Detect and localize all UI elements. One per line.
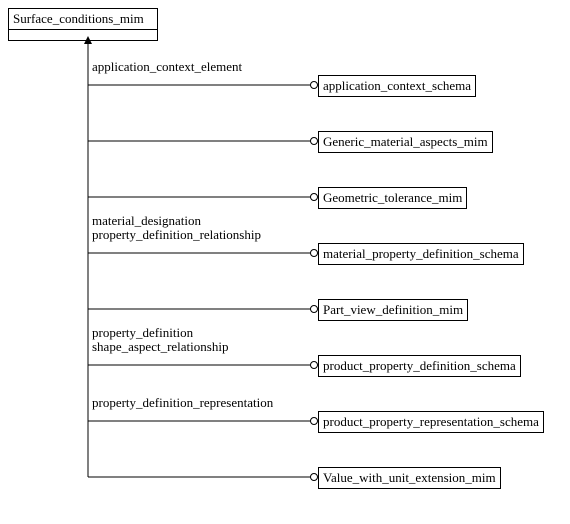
root-schema-title: Surface_conditions_mim: [13, 11, 144, 26]
target-label: Geometric_tolerance_mim: [323, 190, 462, 205]
target-box: product_property_representation_schema: [318, 411, 544, 433]
edge-label: property_definition shape_aspect_relatio…: [92, 326, 228, 354]
open-circle-icon: [311, 474, 318, 481]
target-box: application_context_schema: [318, 75, 476, 97]
edge-label: property_definition_representation: [92, 396, 273, 410]
edge-label: material_designation property_definition…: [92, 214, 261, 242]
connection-line: [88, 421, 318, 481]
target-label: Generic_material_aspects_mim: [323, 134, 488, 149]
open-circle-icon: [311, 194, 318, 201]
open-circle-icon: [311, 418, 318, 425]
target-label: material_property_definition_schema: [323, 246, 519, 261]
target-box: product_property_definition_schema: [318, 355, 521, 377]
target-label: Part_view_definition_mim: [323, 302, 463, 317]
target-box: Value_with_unit_extension_mim: [318, 467, 501, 489]
connection-line: [88, 85, 318, 145]
target-label: product_property_representation_schema: [323, 414, 539, 429]
open-circle-icon: [311, 362, 318, 369]
target-label: product_property_definition_schema: [323, 358, 516, 373]
open-circle-icon: [311, 250, 318, 257]
root-schema-box: Surface_conditions_mim: [8, 8, 158, 41]
open-circle-icon: [311, 138, 318, 145]
open-circle-icon: [311, 306, 318, 313]
connection-line: [88, 253, 318, 313]
target-label: application_context_schema: [323, 78, 471, 93]
edge-label: application_context_element: [92, 60, 242, 74]
target-box: material_property_definition_schema: [318, 243, 524, 265]
connection-line: [88, 141, 318, 201]
target-box: Geometric_tolerance_mim: [318, 187, 467, 209]
root-divider: [9, 29, 157, 30]
open-circle-icon: [311, 82, 318, 89]
target-label: Value_with_unit_extension_mim: [323, 470, 496, 485]
target-box: Generic_material_aspects_mim: [318, 131, 493, 153]
target-box: Part_view_definition_mim: [318, 299, 468, 321]
